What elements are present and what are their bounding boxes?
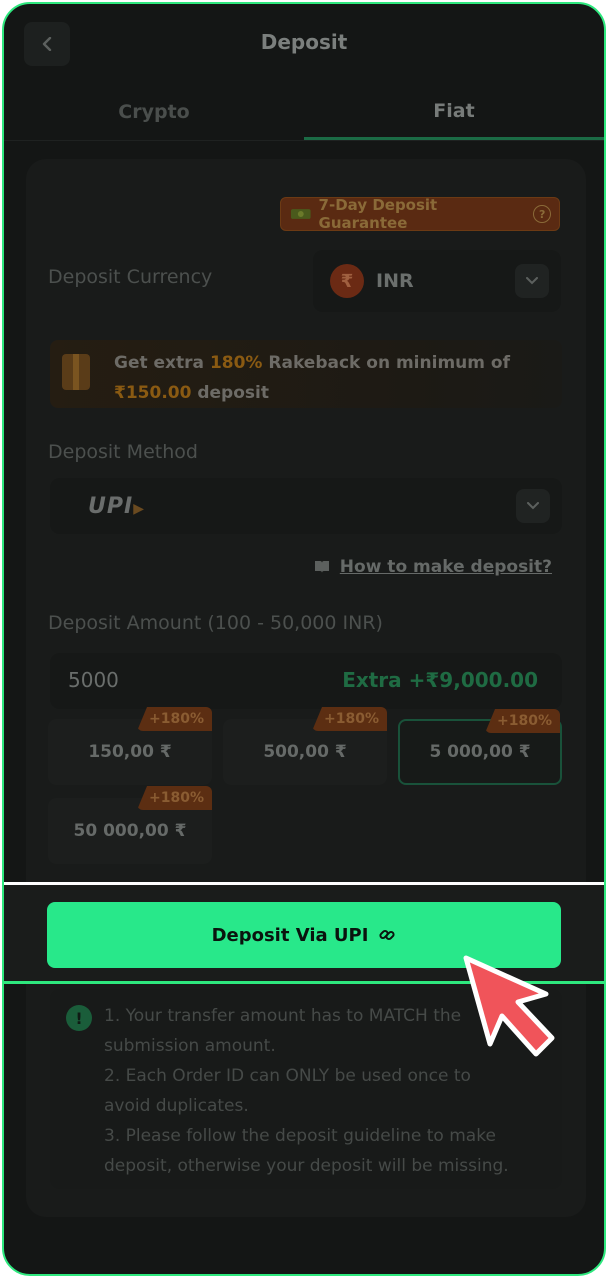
chip-amount: 500,00 ₹ <box>263 742 347 762</box>
method-label: Deposit Method <box>48 441 198 463</box>
bonus-badge: +180% <box>485 709 560 733</box>
tab-bar: Crypto Fiat <box>4 84 604 141</box>
tab-crypto[interactable]: Crypto <box>4 84 304 140</box>
chevron-down-icon <box>526 277 538 285</box>
app-frame: Deposit Crypto Fiat 7-Day Deposit Guaran… <box>2 2 606 1276</box>
amount-label: Deposit Amount (100 - 50,000 INR) <box>48 612 383 634</box>
promo-percent: 180% <box>209 353 263 373</box>
tab-fiat[interactable]: Fiat <box>304 84 604 140</box>
amount-extra: Extra +₹9,000.00 <box>342 668 538 692</box>
amount-chip-150[interactable]: +180% 150,00 ₹ <box>48 707 212 785</box>
promo-min-amount: ₹150.00 <box>114 383 192 403</box>
chip-amount: 150,00 ₹ <box>88 742 172 762</box>
help-icon[interactable]: ? <box>533 205 551 223</box>
amount-chip-5000[interactable]: +180% 5 000,00 ₹ <box>398 709 562 785</box>
gift-icon <box>62 354 90 390</box>
bonus-badge: +180% <box>137 707 212 731</box>
deposit-method-select[interactable]: UPI▶ <box>50 478 562 534</box>
currency-label: Deposit Currency <box>48 266 213 288</box>
deposit-guarantee-badge[interactable]: 7-Day Deposit Guarantee ? <box>280 196 560 232</box>
how-to-label: How to make deposit? <box>339 557 552 577</box>
amount-chip-500[interactable]: +180% 500,00 ₹ <box>223 707 387 785</box>
method-dropdown-toggle[interactable] <box>516 489 550 523</box>
bonus-badge: +180% <box>137 786 212 810</box>
promo-text: Get extra 180% Rakeback on minimum of ₹1… <box>114 353 510 403</box>
money-icon <box>290 209 311 219</box>
chip-amount: 50 000,00 ₹ <box>73 821 187 841</box>
currency-select[interactable]: ₹ INR <box>313 250 561 312</box>
rupee-icon: ₹ <box>330 264 364 298</box>
amount-input[interactable]: 5000 Extra +₹9,000.00 <box>50 653 562 709</box>
pointer-cursor-icon <box>463 955 555 1057</box>
upi-logo: UPI▶ <box>88 494 145 519</box>
rakeback-promo: Get extra 180% Rakeback on minimum of ₹1… <box>50 340 562 408</box>
page-title: Deposit <box>260 30 348 54</box>
bonus-badge: +180% <box>312 707 387 731</box>
chip-amount: 5 000,00 ₹ <box>429 742 531 762</box>
amount-value: 5000 <box>68 668 119 692</box>
book-icon <box>314 561 329 573</box>
alert-icon: ! <box>66 1005 92 1031</box>
header: Deposit <box>4 4 604 84</box>
cta-label: Deposit Via UPI <box>211 924 369 946</box>
currency-dropdown-toggle[interactable] <box>515 264 549 298</box>
chevron-down-icon <box>527 502 539 510</box>
how-to-deposit-link[interactable]: How to make deposit? <box>314 557 552 577</box>
amount-chip-50000[interactable]: +180% 50 000,00 ₹ <box>48 786 212 864</box>
link-icon <box>379 929 395 941</box>
guarantee-label: 7-Day Deposit Guarantee <box>318 196 438 232</box>
currency-value: INR <box>376 270 414 292</box>
